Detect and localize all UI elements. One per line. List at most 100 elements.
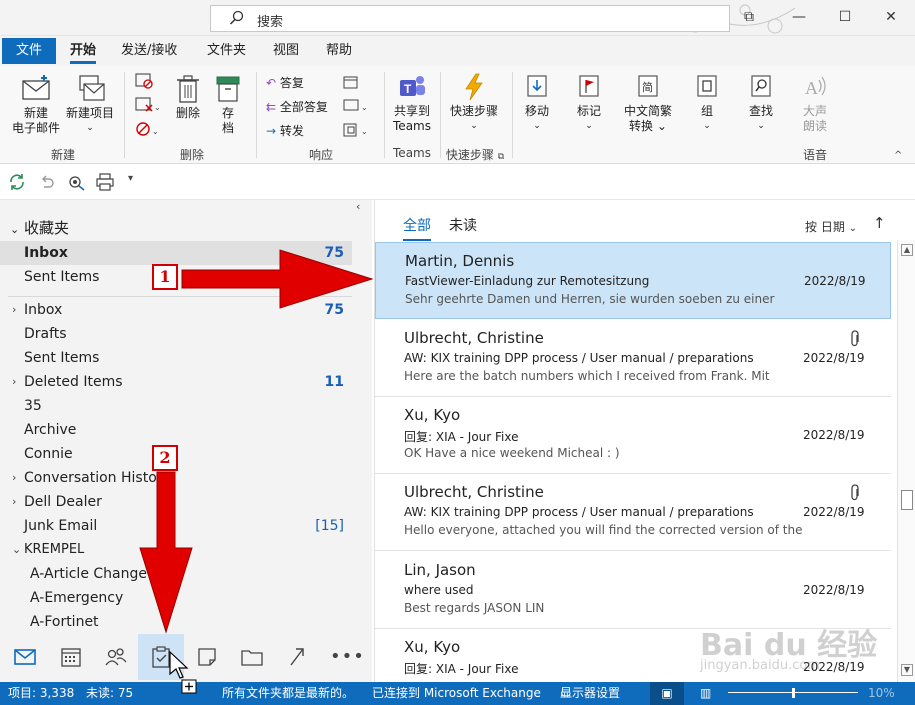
more-apps-icon[interactable]: ••• [330, 646, 365, 667]
quick-steps-label: 快速步骤 [449, 104, 498, 118]
rules-icon[interactable] [66, 173, 86, 191]
message-list-scrollbar[interactable]: ▲ ▼ [897, 240, 915, 682]
delete-button[interactable]: 删除 [170, 74, 206, 121]
customize-qat-icon[interactable]: ▾ [128, 173, 133, 184]
reply-button[interactable]: ↶ 答复 [266, 74, 304, 91]
archive-button[interactable]: 存 档 [210, 74, 246, 136]
mail-icon[interactable] [12, 644, 38, 670]
scroll-thumb[interactable] [901, 490, 913, 510]
mail-item[interactable]: Martin, Dennis FastViewer-Einladung zur … [375, 242, 891, 319]
dialog-launcher-icon[interactable]: ⧉ [498, 152, 504, 162]
teams-icon: T [400, 76, 425, 96]
share-to-teams-button[interactable]: T 共享到 Teams [388, 72, 436, 134]
find-button[interactable]: 查找 ⌄ [740, 72, 782, 134]
chevron-down-icon[interactable]: ⌄ [12, 538, 21, 562]
sync-icon[interactable] [8, 173, 26, 191]
undo-icon[interactable] [38, 173, 56, 191]
attachment-icon [851, 484, 859, 501]
new-item-button[interactable]: 新建项目 ⌄ [62, 74, 118, 136]
more-respond-icon[interactable]: ⌄ [342, 122, 370, 138]
chevron-right-icon[interactable]: › [12, 490, 16, 514]
mail-item[interactable]: Lin, Jason where used Best regards JASON… [375, 552, 891, 629]
status-connection: 已连接到 Microsoft Exchange [372, 686, 541, 700]
chinese-convert-label-2: 转换 ⌄ [629, 119, 667, 133]
scroll-up-icon[interactable]: ▲ [901, 244, 913, 256]
search-input[interactable]: 搜索 [210, 5, 730, 32]
collapse-folder-pane-icon[interactable]: ‹ [356, 200, 360, 213]
minimize-button[interactable]: — [790, 8, 808, 26]
calendar-icon[interactable] [58, 644, 84, 670]
folder-item-archive[interactable]: Archive [0, 418, 352, 442]
im-icon[interactable]: ⌄ [342, 98, 370, 114]
scroll-down-icon[interactable]: ▼ [901, 664, 913, 676]
normal-view-icon[interactable]: ▣ [650, 682, 684, 705]
meeting-icon[interactable] [342, 74, 360, 90]
print-icon[interactable] [95, 173, 115, 191]
chevron-right-icon[interactable]: › [12, 298, 16, 322]
new-email-button[interactable]: 新建 电子邮件 [8, 74, 64, 136]
folder-item-sent[interactable]: Sent Items [0, 346, 352, 370]
forward-button[interactable]: → 转发 [266, 122, 304, 139]
svg-text:⌄: ⌄ [361, 103, 368, 112]
folder-icon[interactable] [239, 644, 265, 670]
read-aloud-button[interactable]: A 大声 朗读 [794, 72, 836, 134]
zoom-slider-thumb[interactable] [792, 688, 795, 698]
tab-unread[interactable]: 未读 [449, 215, 477, 235]
shortcuts-icon[interactable] [284, 644, 310, 670]
move-button[interactable]: 移动 ⌄ [516, 72, 558, 134]
mail-date: 2022/8/19 [803, 351, 865, 365]
mail-preview: Best regards JASON LIN [404, 601, 545, 615]
tab-view[interactable]: 视图 [273, 38, 299, 64]
folder-item-krempel[interactable]: ⌄ KREMPEL [0, 538, 352, 562]
chevron-right-icon[interactable]: › [12, 466, 16, 490]
folder-item-inbox[interactable]: › Inbox 75 [0, 298, 352, 322]
maximize-button[interactable]: ☐ [836, 8, 854, 26]
chinese-convert-button[interactable]: 简 中文简繁 转换 ⌄ [618, 72, 678, 134]
ribbon-separator [256, 72, 257, 158]
delete-label: 删除 [175, 106, 200, 120]
reading-view-icon[interactable]: ▥ [700, 682, 711, 704]
new-item-label: 新建项目 [65, 106, 114, 120]
restore-window-icon[interactable]: ⧉ [740, 8, 758, 26]
quick-steps-chevron-icon: ⌄ [470, 121, 478, 131]
quick-steps-button[interactable]: 快速步骤 ⌄ [444, 72, 504, 134]
ribbon: 新建 电子邮件 新建项目 ⌄ 新建 ⌄ ⌄ 删除 存 档 删除 ↶ 答复 ⇇ 全… [0, 66, 915, 164]
mail-subject: AW: KIX training DPP process / User manu… [404, 505, 754, 519]
folder-item-drafts[interactable]: Drafts [0, 322, 352, 346]
reply-all-button[interactable]: ⇇ 全部答复 [266, 98, 328, 115]
folder-item-article-change[interactable]: A-Article Change [0, 562, 352, 586]
folder-item-deleted[interactable]: › Deleted Items 11 [0, 370, 352, 394]
sort-direction-icon[interactable]: ↑ [873, 214, 886, 232]
group-label-teams: Teams [393, 146, 431, 160]
folder-item-emergency[interactable]: A-Emergency [0, 586, 352, 610]
tab-home[interactable]: 开始 [70, 38, 97, 64]
chevron-down-icon: ⌄ [10, 223, 20, 236]
reply-icon: ↶ [266, 76, 277, 90]
folder-item-dell-dealer[interactable]: › Dell Dealer [0, 490, 352, 514]
junk-icon[interactable]: ⌄ [134, 120, 160, 138]
chevron-right-icon[interactable]: › [12, 370, 16, 394]
ignore-icon[interactable] [134, 72, 154, 90]
mail-preview: Hello everyone, attached you will find t… [404, 523, 803, 537]
mail-item[interactable]: Xu, Kyo 回复: XIA - Jour Fixe OK Have a ni… [375, 397, 891, 474]
mail-item[interactable]: Ulbrecht, Christine AW: KIX training DPP… [375, 474, 891, 551]
tab-all[interactable]: 全部 [403, 215, 431, 241]
group-button[interactable]: 组 ⌄ [688, 72, 726, 134]
mail-item[interactable]: Ulbrecht, Christine AW: KIX training DPP… [375, 320, 891, 397]
tab-folder[interactable]: 文件夹 [207, 38, 246, 64]
tags-button[interactable]: 标记 ⌄ [568, 72, 610, 134]
cleanup-icon[interactable]: ⌄ [134, 96, 160, 114]
folder-item-junk[interactable]: Junk Email [15] [0, 514, 352, 538]
tab-send-receive[interactable]: 发送/接收 [121, 38, 177, 64]
tab-help[interactable]: 帮助 [326, 38, 352, 64]
attachment-icon [851, 330, 859, 347]
folder-item-fortinet[interactable]: A-Fortinet [0, 610, 352, 632]
tab-file[interactable]: 文件 [2, 38, 56, 64]
close-button[interactable]: ✕ [882, 8, 900, 26]
people-icon[interactable] [103, 644, 129, 670]
sort-dropdown[interactable]: 按 日期 ⌄ [805, 218, 857, 235]
collapse-ribbon-icon[interactable]: ^ [894, 150, 902, 161]
favorites-header[interactable]: ⌄ 收藏夹 [10, 217, 69, 238]
folder-item-35[interactable]: 35 [0, 394, 352, 418]
favorite-item-inbox[interactable]: Inbox 75 [0, 241, 352, 265]
